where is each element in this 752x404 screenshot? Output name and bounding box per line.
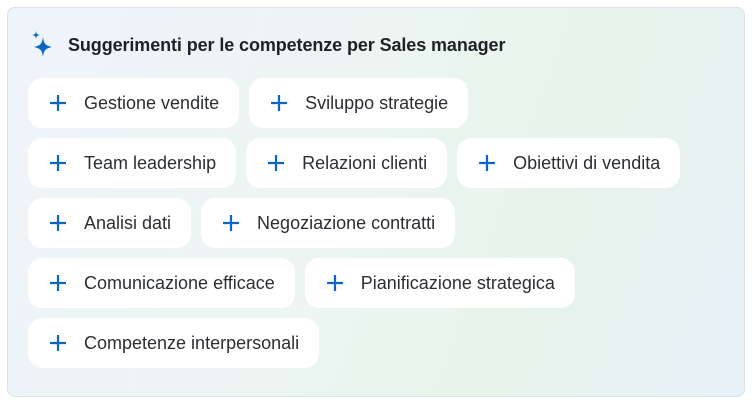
- skill-label: Team leadership: [84, 152, 217, 173]
- plus-icon: [271, 95, 288, 111]
- skill-chip-list: Gestione vendite Sviluppo strategie Team…: [28, 78, 728, 378]
- sparkle-icon: [32, 31, 52, 57]
- skill-label: Comunicazione efficace: [84, 272, 275, 293]
- skill-label: Competenze interpersonali: [84, 332, 300, 353]
- skill-label: Sviluppo strategie: [305, 92, 449, 113]
- skill-label: Relazioni clienti: [302, 152, 428, 173]
- chip-row: Gestione vendite Sviluppo strategie: [28, 78, 728, 128]
- skill-label: Obiettivi di vendita: [513, 152, 661, 173]
- add-skill-chip[interactable]: Analisi dati: [28, 198, 192, 248]
- plus-icon: [479, 155, 496, 171]
- skill-label: Gestione vendite: [84, 92, 220, 113]
- plus-icon: [50, 215, 66, 231]
- plus-icon: [50, 155, 66, 171]
- plus-icon: [326, 275, 343, 291]
- skill-label: Analisi dati: [84, 212, 172, 233]
- chip-row: Competenze interpersonali: [28, 318, 728, 368]
- add-skill-chip[interactable]: Comunicazione efficace: [28, 258, 295, 308]
- skill-suggestions-card: Suggerimenti per le competenze per Sales…: [7, 7, 745, 397]
- add-skill-chip[interactable]: Obiettivi di vendita: [457, 138, 681, 188]
- add-skill-chip[interactable]: Gestione vendite: [28, 78, 240, 128]
- skill-label: Pianificazione strategica: [360, 272, 555, 293]
- chip-row: Team leadership Relazioni clienti Obiett…: [28, 138, 728, 188]
- plus-icon: [268, 155, 285, 171]
- add-skill-chip[interactable]: Relazioni clienti: [246, 138, 448, 188]
- add-skill-chip[interactable]: Competenze interpersonali: [28, 318, 320, 368]
- add-skill-chip[interactable]: Pianificazione strategica: [304, 258, 575, 308]
- add-skill-chip[interactable]: Sviluppo strategie: [249, 78, 469, 128]
- skill-label: Negoziazione contratti: [257, 212, 436, 233]
- plus-icon: [50, 275, 66, 291]
- plus-icon: [50, 95, 66, 111]
- plus-icon: [223, 215, 240, 231]
- card-header: Suggerimenti per le competenze per Sales…: [30, 30, 505, 60]
- chip-row: Analisi dati Negoziazione contratti: [28, 198, 728, 248]
- add-skill-chip[interactable]: Team leadership: [28, 138, 237, 188]
- plus-icon: [50, 335, 66, 351]
- card-title: Suggerimenti per le competenze per Sales…: [68, 34, 506, 55]
- chip-row: Comunicazione efficace Pianificazione st…: [28, 258, 728, 308]
- add-skill-chip[interactable]: Negoziazione contratti: [201, 198, 456, 248]
